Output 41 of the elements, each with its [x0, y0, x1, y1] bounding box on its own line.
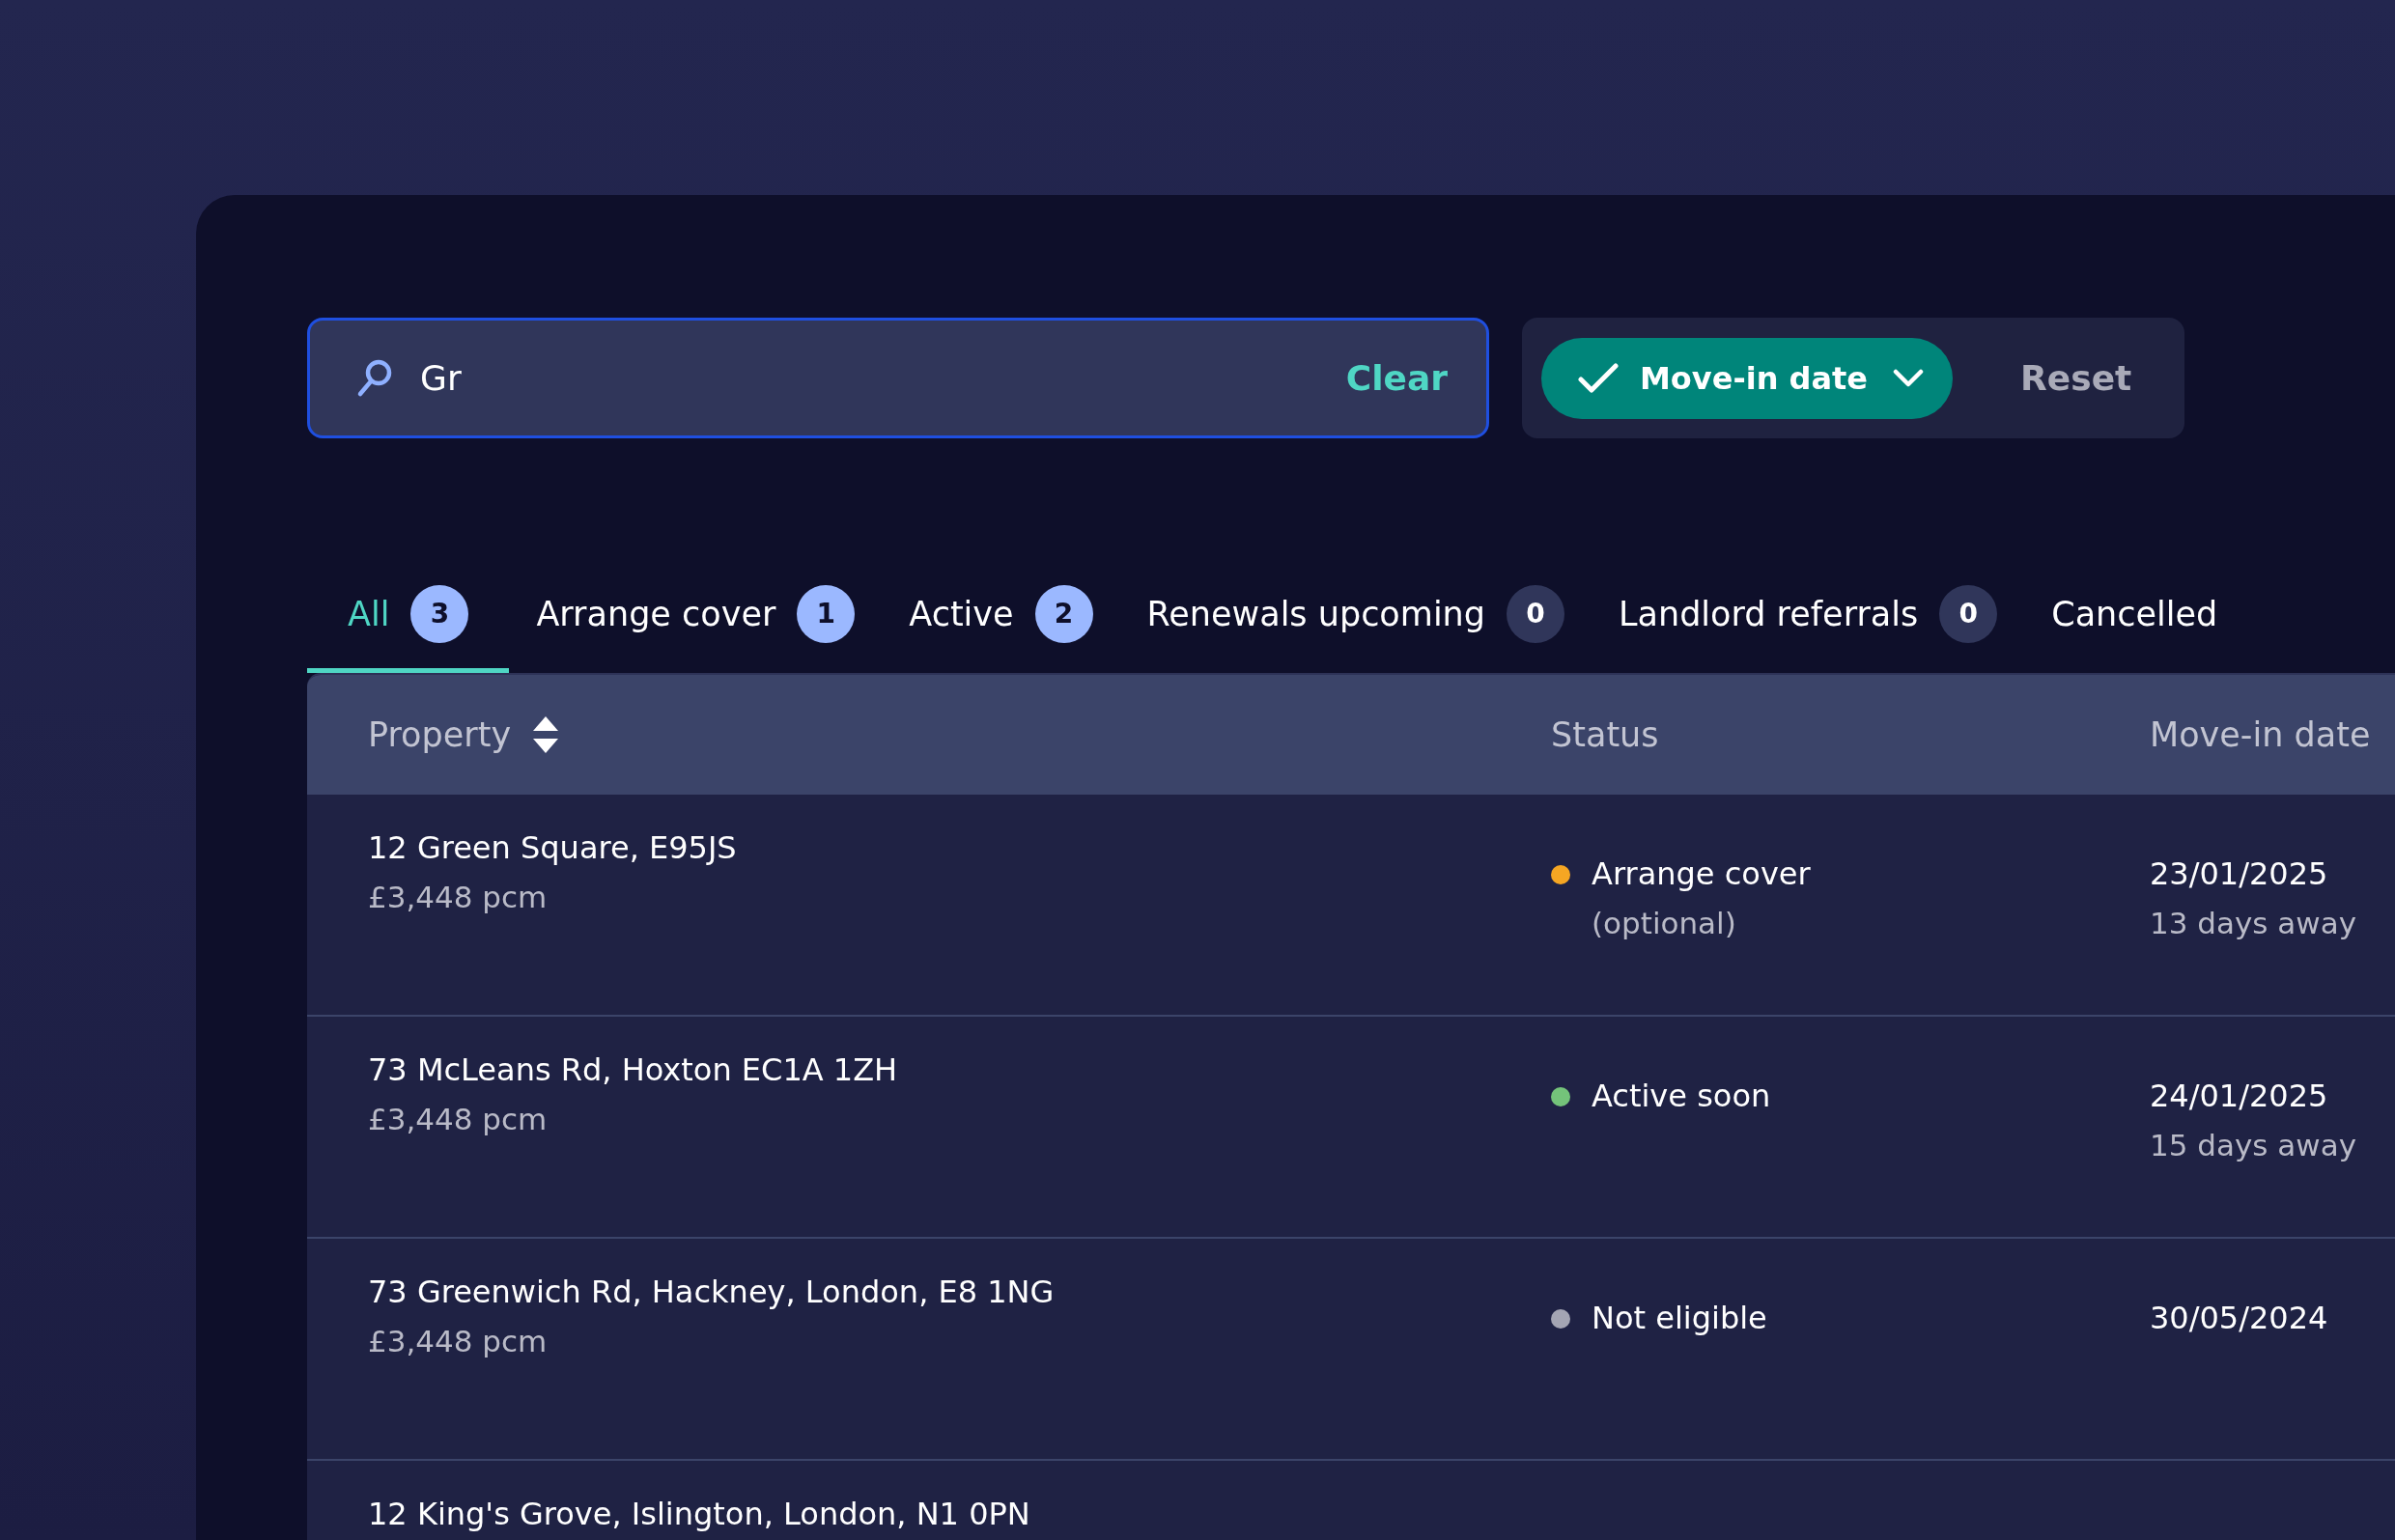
property-price: £3,448 pcm [368, 1325, 549, 1358]
chevron-down-icon [1893, 368, 1925, 388]
filter-tab[interactable]: Arrange cover 1 [536, 560, 856, 673]
filter-tab[interactable]: Landlord referrals 0 [1619, 560, 1998, 673]
property-address: 12 King's Grove, Islington, London, N1 0PN [368, 1498, 1031, 1532]
reset-button[interactable]: Reset [2020, 351, 2132, 405]
property-address: 73 Greenwich Rd, Hackney, London, E8 1NG [368, 1275, 1056, 1310]
count-badge: 2 [1034, 585, 1093, 643]
count-badge: 0 [1507, 585, 1564, 643]
table-row[interactable]: 73 McLeans Rd, Hoxton EC1A 1ZH £3,448 pcm Active soon 24/01/2025 15 days away [307, 1017, 2395, 1239]
search-field[interactable]: Gr Clear [307, 318, 1489, 438]
status-label: Active soon [1592, 1079, 1771, 1114]
move-in-date-filter[interactable]: Move-in date [1541, 337, 1954, 419]
status-label: Not eligible [1592, 1302, 1767, 1336]
filter-tab[interactable]: Active 2 [909, 560, 1093, 673]
sort-icon[interactable] [532, 714, 560, 755]
search-icon [356, 357, 393, 399]
column-header[interactable]: Property [368, 709, 512, 761]
filter-tab[interactable]: Renewals upcoming 0 [1146, 560, 1564, 673]
status-note: (optional) [1591, 907, 1737, 940]
property-price: £3,448 pcm [368, 881, 549, 914]
table-row[interactable]: 12 King's Grove, Islington, London, N1 0PN [307, 1461, 2395, 1540]
property-address: 12 Green Square, E95JS [368, 831, 738, 866]
move-in-date: 30/05/2024 [2150, 1302, 2329, 1336]
column-header: Move-in date [2150, 714, 2371, 756]
days-away: 13 days away [2150, 907, 2358, 940]
table-row[interactable]: 12 Green Square, E95JS £3,448 pcm Arrange cover (optional) 23/01/2025 13 days away [307, 795, 2395, 1017]
property-address: 73 McLeans Rd, Hoxton EC1A 1ZH [368, 1053, 899, 1088]
status-label: Arrange cover [1592, 857, 1811, 892]
count-badge: 1 [797, 585, 856, 643]
property-price: £3,448 pcm [368, 1103, 549, 1136]
count-badge: 3 [410, 585, 469, 643]
column-header: Status [1551, 714, 1659, 756]
days-away: 15 days away [2150, 1129, 2358, 1162]
clear-button[interactable]: Clear [1345, 351, 1448, 405]
table-row[interactable]: 73 Greenwich Rd, Hackney, London, E8 1NG £3,448 pcm Not eligible 30/05/2024 [307, 1239, 2395, 1461]
move-in-date: 24/01/2025 [2150, 1079, 2329, 1114]
filter-tab[interactable]: Cancelled [2051, 560, 2218, 673]
count-badge: 0 [1939, 585, 1998, 643]
check-icon [1578, 362, 1619, 394]
move-in-date: 23/01/2025 [2150, 857, 2329, 892]
